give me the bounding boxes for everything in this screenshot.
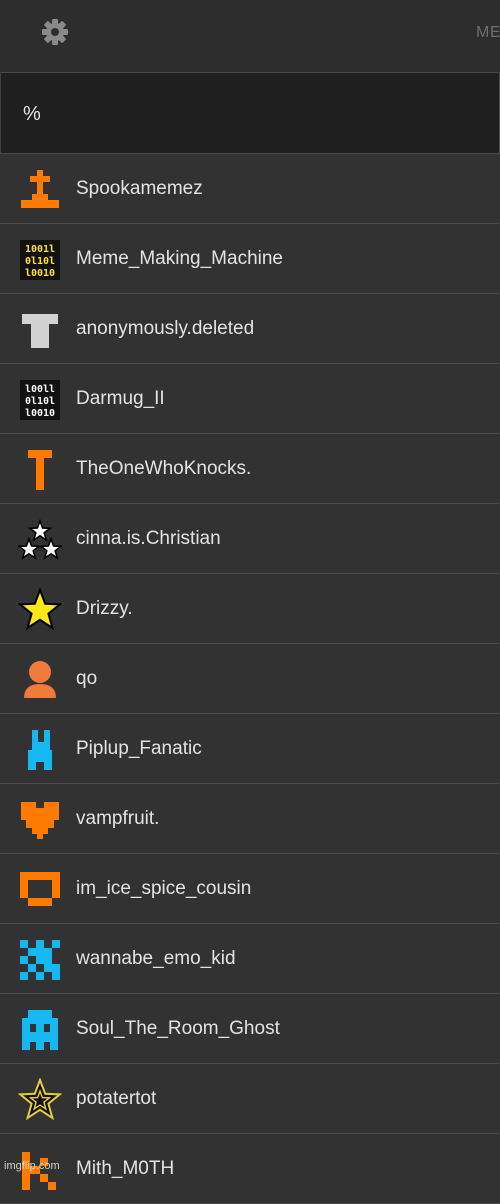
username: wannabe_emo_kid <box>76 948 236 969</box>
list-item[interactable]: 1001l 0l10l l0010 Meme_Making_Machine <box>0 224 500 294</box>
pixel-heart-icon <box>18 798 62 842</box>
username: im_ice_spice_cousin <box>76 878 252 899</box>
list-item[interactable]: Drizzy. <box>0 574 500 644</box>
star-icon <box>18 588 62 632</box>
list-item[interactable]: potatertot <box>0 1064 500 1134</box>
username: Soul_The_Room_Ghost <box>76 1018 280 1039</box>
username: TheOneWhoKnocks. <box>76 458 252 479</box>
search-value: % <box>23 103 41 125</box>
svg-text:0l10l: 0l10l <box>25 256 55 267</box>
list-item[interactable]: vampfruit. <box>0 784 500 854</box>
username: potatertot <box>76 1088 157 1109</box>
letter-t-icon <box>18 448 62 492</box>
username: cinna.is.Christian <box>76 528 221 549</box>
pixel-ghost-icon <box>18 1008 62 1052</box>
list-item[interactable]: Soul_The_Room_Ghost <box>0 994 500 1064</box>
person-icon <box>18 658 62 702</box>
svg-text:l0010: l0010 <box>25 268 55 279</box>
list-item[interactable]: TheOneWhoKnocks. <box>0 434 500 504</box>
tombstone-cross-icon <box>18 168 62 212</box>
binary-code-icon: l00ll 0l10l l0010 <box>18 378 62 422</box>
list-item[interactable]: Piplup_Fanatic <box>0 714 500 784</box>
pixel-creature-icon <box>18 728 62 772</box>
pixel-pattern-icon <box>18 938 62 982</box>
svg-text:l00ll: l00ll <box>25 384 55 395</box>
username: Drizzy. <box>76 598 133 619</box>
gear-icon[interactable] <box>39 16 71 48</box>
outlined-star-icon <box>18 1078 62 1122</box>
svg-text:1001l: 1001l <box>25 244 55 255</box>
watermark-text: imgflip.com <box>4 1160 60 1172</box>
list-item[interactable]: cinna.is.Christian <box>0 504 500 574</box>
username: Spookamemez <box>76 178 203 199</box>
username: Mith_M0TH <box>76 1158 175 1179</box>
user-list: Spookamemez 1001l 0l10l l0010 Meme_Makin… <box>0 154 500 1204</box>
three-stars-icon <box>18 518 62 562</box>
username: Meme_Making_Machine <box>76 248 283 269</box>
search-input[interactable]: % <box>0 72 500 154</box>
svg-text:0l10l: 0l10l <box>25 396 55 407</box>
list-item[interactable]: Spookamemez <box>0 154 500 224</box>
svg-text:l0010: l0010 <box>25 408 55 419</box>
username: vampfruit. <box>76 808 160 829</box>
username: qo <box>76 668 98 689</box>
top-right-label[interactable]: ME <box>476 24 500 42</box>
shirt-icon <box>18 308 62 352</box>
top-bar: ME <box>0 0 500 72</box>
list-item[interactable]: qo <box>0 644 500 714</box>
list-item[interactable]: wannabe_emo_kid <box>0 924 500 994</box>
username: Piplup_Fanatic <box>76 738 202 759</box>
list-item[interactable]: im_ice_spice_cousin <box>0 854 500 924</box>
pixel-box-icon <box>18 868 62 912</box>
username: Darmug_II <box>76 388 165 409</box>
list-item[interactable]: l00ll 0l10l l0010 Darmug_II <box>0 364 500 434</box>
username: anonymously.deleted <box>76 318 255 339</box>
list-item[interactable]: Mith_M0TH <box>0 1134 500 1204</box>
list-item[interactable]: anonymously.deleted <box>0 294 500 364</box>
binary-code-icon: 1001l 0l10l l0010 <box>18 238 62 282</box>
